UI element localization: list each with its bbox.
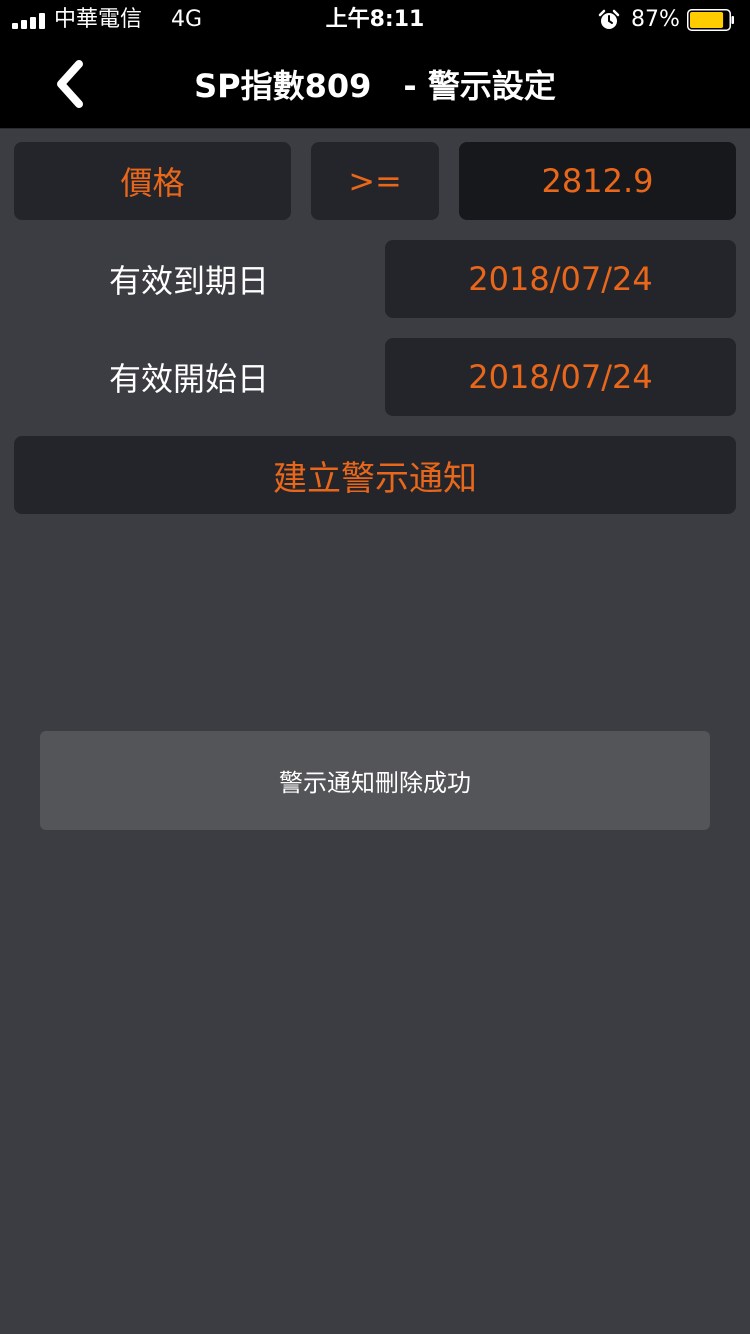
navigation-bar: SP指數809 - 警示設定 bbox=[0, 40, 750, 129]
status-bar: 中華電信 4G 上午8:11 87% bbox=[0, 0, 750, 40]
toast-message: 警示通知刪除成功 bbox=[40, 731, 710, 830]
condition-field-select[interactable]: 價格 bbox=[14, 142, 291, 220]
operator-select[interactable]: >= bbox=[311, 142, 439, 220]
expiry-date-label: 有效到期日 bbox=[108, 262, 269, 300]
battery-icon bbox=[687, 9, 734, 31]
price-value-input[interactable]: 2812.9 bbox=[459, 142, 736, 220]
alarm-icon bbox=[598, 9, 620, 29]
back-button[interactable] bbox=[40, 54, 100, 114]
start-date-label: 有效開始日 bbox=[108, 360, 269, 398]
battery-percent: 87% bbox=[631, 7, 680, 32]
start-date-picker[interactable]: 2018/07/24 bbox=[385, 338, 736, 416]
expiry-date-picker[interactable]: 2018/07/24 bbox=[385, 240, 736, 318]
create-alert-button[interactable]: 建立警示通知 bbox=[14, 436, 736, 514]
chevron-left-icon bbox=[57, 60, 83, 108]
page-title: SP指數809 - 警示設定 bbox=[194, 67, 556, 105]
